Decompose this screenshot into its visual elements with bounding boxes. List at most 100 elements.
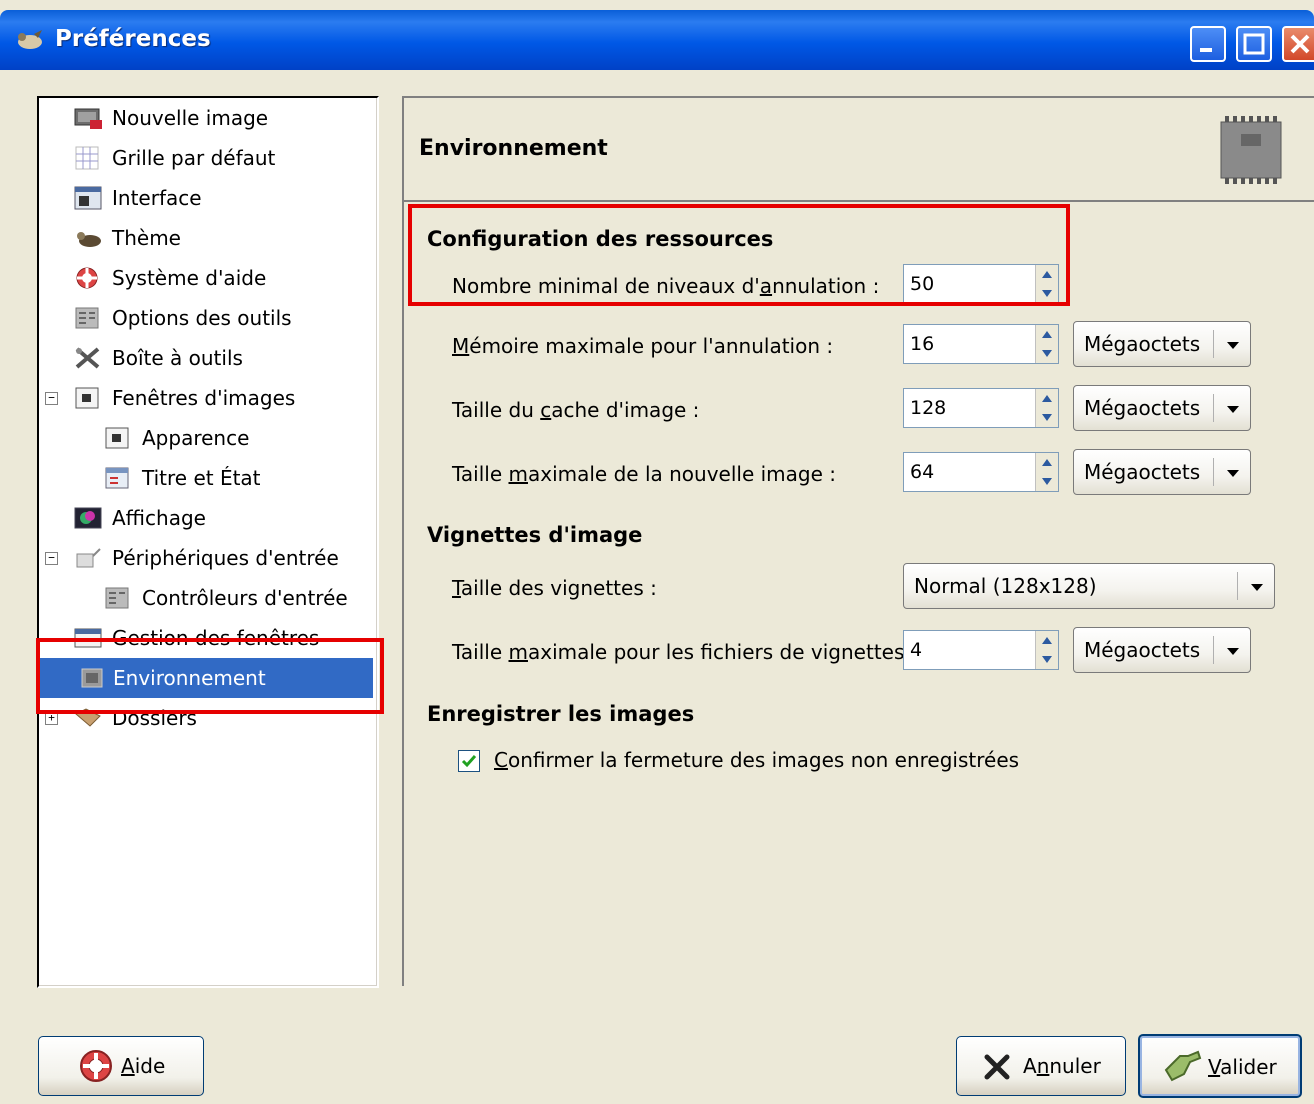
tree-item-titre-etat[interactable]: Titre et État <box>104 460 364 496</box>
cancel-button[interactable]: Annuler <box>956 1036 1126 1096</box>
theme-icon <box>77 232 101 247</box>
help-system-icon <box>76 267 98 289</box>
max-new-image-unit-select[interactable]: Mégaoctets <box>1073 449 1251 495</box>
tree-item-label: Titre et État <box>142 466 261 490</box>
tree-item-fenetres-images[interactable]: Fenêtres d'images <box>74 380 364 416</box>
tree-item-options-outils[interactable]: Options des outils <box>74 300 364 336</box>
undo-memory-spinbutton[interactable]: 16 <box>903 324 1059 364</box>
thumbnail-size-label: Taille des vignettes : <box>452 576 657 600</box>
ram-icon <box>1220 116 1282 184</box>
dropdown-arrow-icon <box>1227 470 1239 477</box>
dropdown-arrow-icon <box>1251 584 1263 591</box>
title-status-icon <box>105 467 129 489</box>
tile-cache-label: Taille du cache d'image : <box>452 398 700 422</box>
tree-item-peripheriques[interactable]: Périphériques d'entrée <box>74 540 364 576</box>
tile-cache-spinbutton[interactable]: 128 <box>903 388 1059 428</box>
interface-icon <box>74 186 102 210</box>
unit-value: Mégaoctets <box>1084 332 1201 356</box>
unit-value: Mégaoctets <box>1084 460 1201 484</box>
tree-item-label: Options des outils <box>112 306 292 330</box>
help-button-label: Aide <box>121 1054 166 1078</box>
display-icon <box>74 507 102 529</box>
tree-item-label: Affichage <box>112 506 206 530</box>
minimize-button[interactable] <box>1190 26 1226 62</box>
input-devices-icon <box>76 548 101 568</box>
max-new-image-spinbutton[interactable]: 64 <box>903 452 1059 492</box>
spin-arrows-icon[interactable] <box>1035 453 1058 491</box>
close-button[interactable] <box>1282 26 1314 62</box>
thumbnail-filesize-label: Taille maximale pour les fichiers de vig… <box>452 640 918 664</box>
cancel-x-icon <box>984 1054 1010 1080</box>
help-lifebuoy-icon <box>80 1050 112 1082</box>
max-new-image-value[interactable]: 64 <box>910 461 934 483</box>
undo-memory-value[interactable]: 16 <box>910 333 934 355</box>
maximize-button[interactable] <box>1236 26 1272 62</box>
thumbnail-filesize-value[interactable]: 4 <box>910 639 922 661</box>
spin-arrows-icon[interactable] <box>1035 631 1058 669</box>
confirm-close-checkbox[interactable] <box>458 750 480 772</box>
tree-item-boite-outils[interactable]: Boîte à outils <box>74 340 364 376</box>
title-bar[interactable]: Préférences <box>0 10 1314 70</box>
tile-cache-value[interactable]: 128 <box>910 397 946 419</box>
help-button[interactable]: Aide <box>38 1036 204 1096</box>
tool-options-icon <box>75 307 99 329</box>
tree-item-label: Interface <box>112 186 202 210</box>
tree-item-label: Système d'aide <box>112 266 267 290</box>
ok-button-label: Valider <box>1208 1055 1277 1079</box>
tree-item-label: Nouvelle image <box>112 106 269 130</box>
tree-item-apparence[interactable]: Apparence <box>104 420 364 456</box>
tree-collapse-expander[interactable]: − <box>45 552 58 565</box>
maximize-icon <box>1243 33 1265 55</box>
tile-cache-unit-select[interactable]: Mégaoctets <box>1073 385 1251 431</box>
tree-collapse-expander[interactable]: − <box>45 392 58 405</box>
tree-item-label: Boîte à outils <box>112 346 243 370</box>
tree-item-label: Apparence <box>142 426 250 450</box>
ok-hand-icon <box>1164 1050 1202 1082</box>
tree-item-label: Thème <box>112 226 181 250</box>
saving-section-title: Enregistrer les images <box>427 702 695 726</box>
max-new-image-label: Taille maximale de la nouvelle image : <box>452 462 837 486</box>
tree-item-nouvelle-image[interactable]: Nouvelle image <box>74 100 364 136</box>
tree-item-label: Grille par défaut <box>112 146 276 170</box>
window-title: Préférences <box>55 26 211 52</box>
tree-item-grille[interactable]: Grille par défaut <box>74 140 364 176</box>
tree-item-label: Périphériques d'entrée <box>112 546 339 570</box>
thumbnail-size-value: Normal (128x128) <box>914 574 1097 598</box>
tree-item-aide[interactable]: Système d'aide <box>74 260 364 296</box>
tree-item-affichage[interactable]: Affichage <box>74 500 364 536</box>
grid-icon <box>75 146 99 170</box>
gimp-app-icon <box>18 30 42 49</box>
close-icon <box>1290 34 1310 54</box>
highlight-box-resources <box>408 204 1070 306</box>
tree-item-label: Contrôleurs d'entrée <box>142 586 348 610</box>
dropdown-arrow-icon <box>1227 406 1239 413</box>
unit-value: Mégaoctets <box>1084 396 1201 420</box>
tree-item-label: Fenêtres d'images <box>112 386 296 410</box>
tree-item-theme[interactable]: Thème <box>74 220 364 256</box>
confirm-close-label[interactable]: Confirmer la fermeture des images non en… <box>494 748 1019 772</box>
cancel-button-label: Annuler <box>1023 1054 1101 1078</box>
thumbnails-section-title: Vignettes d'image <box>427 523 643 547</box>
toolbox-icon <box>75 347 100 369</box>
dropdown-arrow-icon <box>1227 342 1239 349</box>
ok-button[interactable]: Valider <box>1138 1034 1302 1098</box>
checkmark-icon <box>461 755 477 768</box>
appearance-icon <box>105 427 129 449</box>
image-windows-icon <box>75 387 99 409</box>
undo-memory-label: Mémoire maximale pour l'annulation : <box>452 334 834 358</box>
dropdown-arrow-icon <box>1227 648 1239 655</box>
thumbnail-filesize-unit-select[interactable]: Mégaoctets <box>1073 627 1251 673</box>
thumbnail-size-select[interactable]: Normal (128x128) <box>903 563 1275 609</box>
spin-arrows-icon[interactable] <box>1035 325 1058 363</box>
spin-arrows-icon[interactable] <box>1035 389 1058 427</box>
panel-title: Environnement <box>419 136 608 161</box>
unit-value: Mégaoctets <box>1084 638 1201 662</box>
tree-item-controleurs[interactable]: Contrôleurs d'entrée <box>104 580 364 616</box>
undo-memory-unit-select[interactable]: Mégaoctets <box>1073 321 1251 367</box>
minimize-icon <box>1200 48 1212 52</box>
thumbnail-filesize-spinbutton[interactable]: 4 <box>903 630 1059 670</box>
new-image-icon <box>74 108 102 129</box>
highlight-box-environment <box>36 638 384 714</box>
tree-item-interface[interactable]: Interface <box>74 180 364 216</box>
input-controllers-icon <box>105 587 129 609</box>
